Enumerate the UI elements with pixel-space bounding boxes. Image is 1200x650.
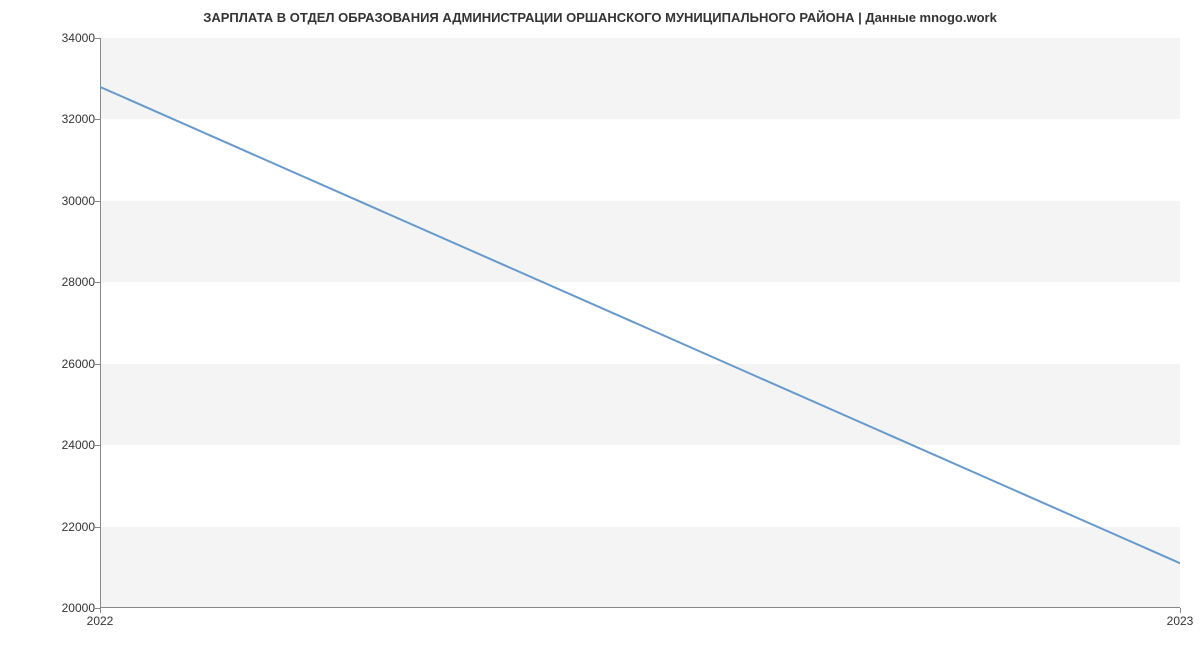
x-axis (100, 607, 1180, 608)
grid-band (100, 38, 1180, 119)
grid-band (100, 201, 1180, 282)
data-line (100, 38, 1180, 608)
y-tick-label: 32000 (55, 112, 95, 126)
y-tick-label: 24000 (55, 438, 95, 452)
y-tick-label: 34000 (55, 31, 95, 45)
y-tick-label: 30000 (55, 194, 95, 208)
chart-title: ЗАРПЛАТА В ОТДЕЛ ОБРАЗОВАНИЯ АДМИНИСТРАЦ… (0, 10, 1200, 25)
x-tick-mark (100, 608, 101, 613)
y-tick-label: 20000 (55, 601, 95, 615)
y-tick-label: 22000 (55, 520, 95, 534)
x-tick-label: 2023 (1167, 614, 1194, 628)
y-tick-label: 28000 (55, 275, 95, 289)
x-tick-label: 2022 (87, 614, 114, 628)
y-tick-label: 26000 (55, 357, 95, 371)
grid-band (100, 527, 1180, 608)
x-tick-mark (1180, 608, 1181, 613)
chart-plot-area: 20000 22000 24000 26000 28000 30000 3200… (100, 38, 1180, 608)
grid-band (100, 364, 1180, 445)
y-axis (100, 38, 101, 608)
